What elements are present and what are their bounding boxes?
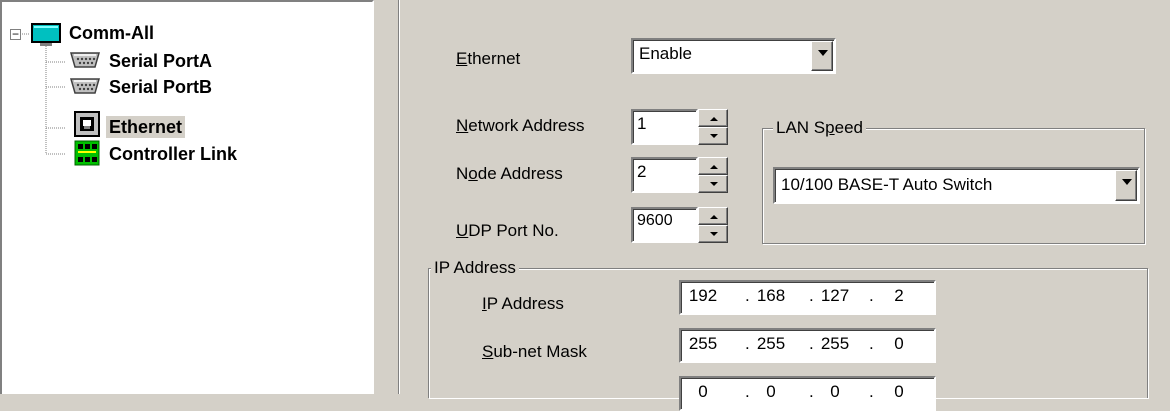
arrow-down-icon xyxy=(710,134,718,138)
tree-item-ethernet[interactable]: Ethernet xyxy=(106,116,186,138)
ethernet-select[interactable]: Enable xyxy=(631,38,836,74)
tree-item-controller-link[interactable]: Controller Link xyxy=(106,143,240,165)
spin-down-button[interactable] xyxy=(698,175,728,193)
ip-octet: 255 xyxy=(820,334,850,353)
ethernet-dropdown-button[interactable] xyxy=(811,41,833,71)
ip-octet: 255 xyxy=(688,334,718,353)
tree-item-serial-portb[interactable]: Serial PortB xyxy=(106,76,215,98)
ip-octet: 0 xyxy=(830,382,840,401)
udp-port-label: UDP Port No. xyxy=(456,221,559,240)
ethernet-select-value: Enable xyxy=(639,44,692,63)
ethernet-port-icon xyxy=(74,111,100,137)
udp-port-value: 9600 xyxy=(637,212,673,229)
ip-octet: 0 xyxy=(894,334,904,353)
serial-port-icon xyxy=(70,52,100,68)
lan-speed-select[interactable]: 10/100 BASE-T Auto Switch xyxy=(773,167,1140,204)
ip-octet: 0 xyxy=(698,382,708,401)
arrow-down-icon xyxy=(710,232,718,236)
ip-octet: 192 xyxy=(688,286,718,305)
network-address-input[interactable]: 1 xyxy=(631,109,698,145)
node-address-input[interactable]: 2 xyxy=(631,157,698,193)
tree-item-comm-all[interactable]: Comm-All xyxy=(66,22,157,44)
lan-speed-legend: LAN Speed xyxy=(773,118,866,138)
chevron-down-icon xyxy=(1122,179,1132,185)
node-address-value: 2 xyxy=(637,162,647,181)
tree-item-serial-porta[interactable]: Serial PortA xyxy=(106,50,215,72)
arrow-up-icon xyxy=(710,215,718,219)
lan-speed-value: 10/100 BASE-T Auto Switch xyxy=(781,175,993,194)
node-address-label: Node Address xyxy=(456,164,563,183)
pane-splitter[interactable] xyxy=(374,0,400,394)
serial-port-icon xyxy=(70,78,100,94)
network-address-value: 1 xyxy=(637,114,647,133)
udp-port-input[interactable]: 9600 xyxy=(631,207,698,243)
controller-link-icon xyxy=(74,140,100,166)
arrow-up-icon xyxy=(710,165,718,169)
ip-octet: 0 xyxy=(766,382,776,401)
ip-octet: 168 xyxy=(756,286,786,305)
udp-port-spinner[interactable] xyxy=(698,207,728,243)
ethernet-label: Ethernet xyxy=(456,49,521,68)
ip-address-legend: IP Address xyxy=(431,258,519,278)
subnet-mask-input[interactable]: 255 . 255 . 255 . 0 xyxy=(679,328,936,363)
ip-address-input[interactable]: 192 . 168 . 127 . 2 xyxy=(679,280,936,315)
spin-up-button[interactable] xyxy=(698,207,728,225)
network-address-label: Network Address xyxy=(456,116,585,135)
subnet-mask-label: Sub-net Mask xyxy=(482,342,587,361)
ip-octet: 0 xyxy=(894,382,904,401)
node-address-spinner[interactable] xyxy=(698,157,728,193)
arrow-up-icon xyxy=(710,117,718,121)
splitter-edge-highlight xyxy=(399,0,400,394)
spin-up-button[interactable] xyxy=(698,157,728,175)
chevron-down-icon xyxy=(818,50,828,56)
ip-octet: 255 xyxy=(756,334,786,353)
collapse-toggle[interactable]: − xyxy=(10,28,21,40)
spin-down-button[interactable] xyxy=(698,127,728,145)
spin-up-button[interactable] xyxy=(698,109,728,127)
network-address-spinner[interactable] xyxy=(698,109,728,145)
ip-octet: 127 xyxy=(820,286,850,305)
monitor-icon xyxy=(31,23,61,46)
lan-speed-dropdown-button[interactable] xyxy=(1115,170,1137,201)
ip-address-label: IP Address xyxy=(482,294,564,313)
tree-view[interactable]: − Comm-All Serial PortA Serial PortB Eth… xyxy=(0,0,374,394)
spin-down-button[interactable] xyxy=(698,225,728,243)
arrow-down-icon xyxy=(710,182,718,186)
ip-octet: 2 xyxy=(894,286,904,305)
